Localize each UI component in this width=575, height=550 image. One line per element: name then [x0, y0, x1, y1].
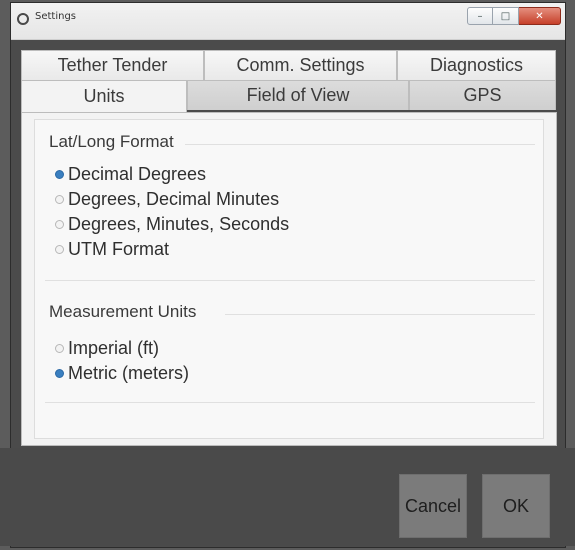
units-panel: Lat/Long Format Decimal Degrees Degrees,… [21, 112, 557, 446]
radio-unselected-icon [55, 344, 64, 353]
section-divider [45, 280, 535, 281]
radio-label: Degrees, Decimal Minutes [68, 189, 280, 209]
close-icon: ✕ [535, 10, 544, 22]
radio-metric[interactable]: Metric (meters) [55, 363, 189, 384]
tab-units[interactable]: Units [21, 80, 187, 112]
radio-decimal-degrees[interactable]: Decimal Degrees [55, 164, 206, 185]
window-controls: – □ ✕ [467, 7, 561, 25]
group-divider [185, 144, 535, 145]
minimize-icon: – [477, 10, 483, 22]
radio-selected-icon [55, 369, 64, 378]
radio-unselected-icon [55, 245, 64, 254]
radio-label: UTM Format [68, 239, 169, 259]
radio-label: Degrees, Minutes, Seconds [68, 214, 290, 234]
ok-button[interactable]: OK [482, 474, 550, 538]
radio-degrees-decimal-minutes[interactable]: Degrees, Decimal Minutes [55, 189, 279, 210]
radio-label: Imperial (ft) [68, 338, 160, 358]
tab-gps[interactable]: GPS [409, 80, 556, 110]
tab-diagnostics[interactable]: Diagnostics [397, 50, 556, 80]
radio-unselected-icon [55, 220, 64, 229]
radio-imperial[interactable]: Imperial (ft) [55, 338, 159, 359]
tab-comm-settings[interactable]: Comm. Settings [204, 50, 397, 80]
radio-utm-format[interactable]: UTM Format [55, 239, 169, 260]
tab-tether-tender[interactable]: Tether Tender [21, 50, 204, 80]
dialog-footer: Cancel OK [0, 448, 575, 546]
app-icon [17, 13, 29, 25]
units-content: Lat/Long Format Decimal Degrees Degrees,… [34, 119, 544, 439]
title-bar: Settings – □ ✕ [11, 3, 565, 40]
window-title: Settings [35, 11, 77, 22]
radio-degrees-minutes-seconds[interactable]: Degrees, Minutes, Seconds [55, 214, 289, 235]
tab-strip: Tether Tender Comm. Settings Diagnostics… [21, 50, 556, 112]
section-divider [45, 402, 535, 403]
tab-field-of-view[interactable]: Field of View [187, 80, 409, 110]
cancel-button[interactable]: Cancel [399, 474, 467, 538]
tab-row-2: Units Field of View GPS [21, 80, 556, 112]
measurement-units-title: Measurement Units [49, 302, 197, 321]
radio-unselected-icon [55, 195, 64, 204]
minimize-button[interactable]: – [467, 7, 493, 25]
maximize-icon: □ [500, 10, 511, 22]
group-divider [225, 314, 535, 315]
latlong-format-title: Lat/Long Format [49, 132, 174, 151]
tab-row-1: Tether Tender Comm. Settings Diagnostics [21, 50, 556, 80]
close-button[interactable]: ✕ [519, 7, 561, 25]
radio-label: Metric (meters) [68, 363, 189, 383]
maximize-button[interactable]: □ [493, 7, 519, 25]
radio-selected-icon [55, 170, 64, 179]
radio-label: Decimal Degrees [68, 164, 207, 184]
